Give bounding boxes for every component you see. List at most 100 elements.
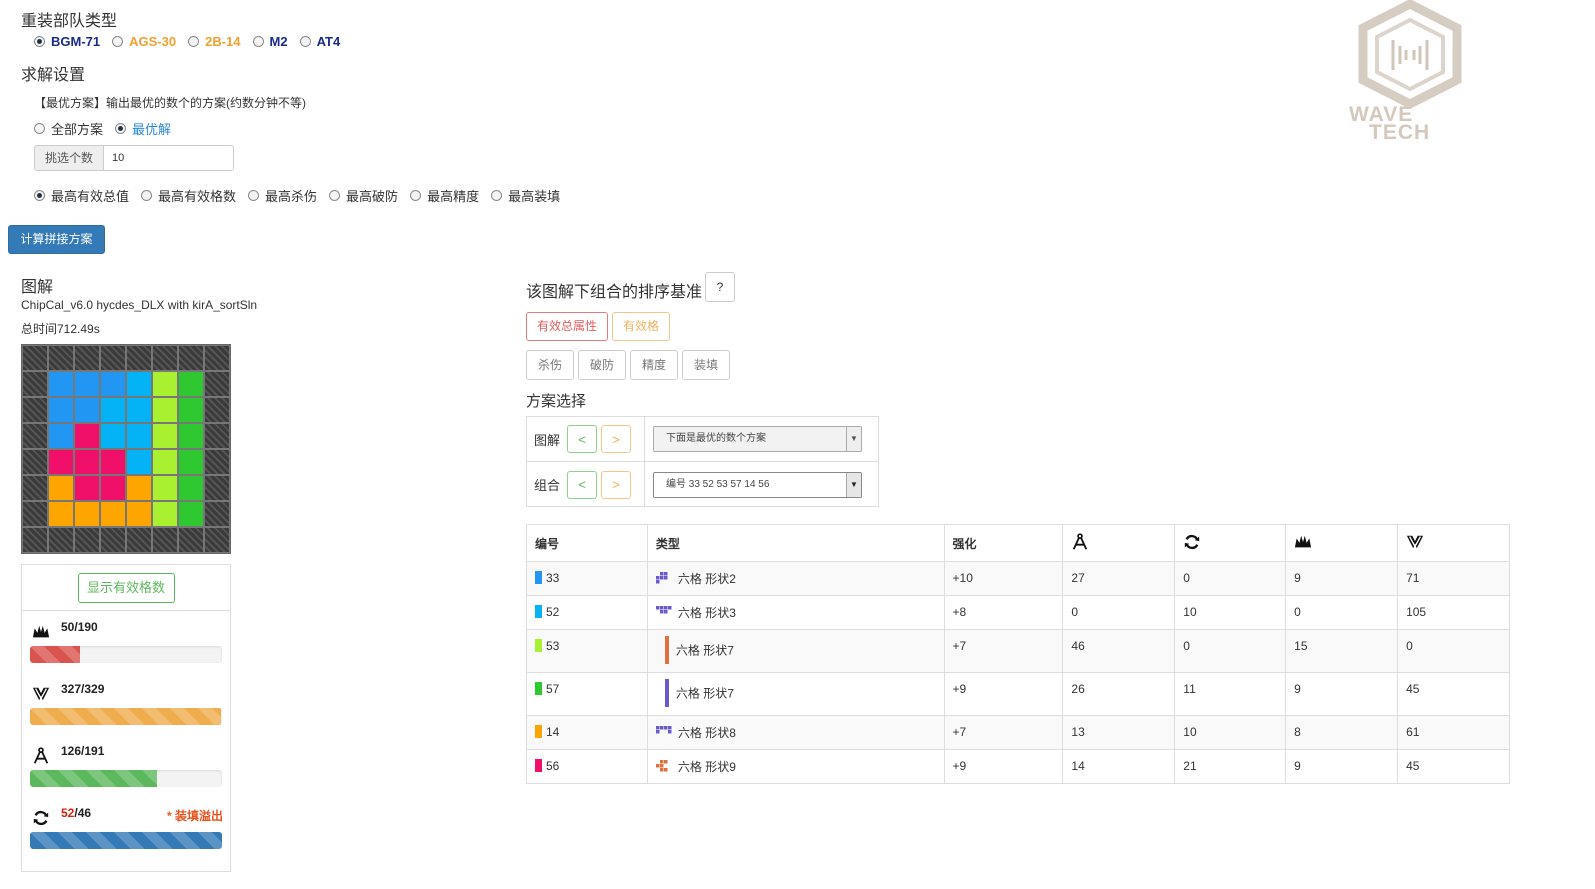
armor-break-icon xyxy=(32,685,50,706)
compass-icon xyxy=(32,747,50,768)
radio-dot-icon[interactable] xyxy=(112,36,124,47)
chip-layout-grid xyxy=(21,344,231,554)
table-row[interactable]: 52 六格 形状3 +8 0 10 0 105 xyxy=(526,595,1510,630)
mode-radio-0[interactable]: 全部方案 xyxy=(34,119,103,138)
grid-cell xyxy=(152,345,178,371)
radio-dot-icon[interactable] xyxy=(115,123,127,134)
grid-cell xyxy=(48,449,74,475)
shape-7-icon xyxy=(664,635,670,667)
table-row[interactable]: 53 六格 形状7 +7 46 0 15 0 xyxy=(526,629,1510,673)
chip-stat-b: 21 xyxy=(1174,749,1287,784)
stat-row: 327/329 xyxy=(22,673,230,735)
radio-dot-icon[interactable] xyxy=(34,36,45,47)
grid-cell xyxy=(126,475,152,501)
table-row[interactable]: 57 六格 形状7 +9 26 11 9 45 xyxy=(526,672,1510,716)
grid-cell xyxy=(126,501,152,527)
chip-type: 六格 形状7 xyxy=(675,643,734,658)
chip-type-cell: 六格 形状3 xyxy=(646,595,945,630)
next-button[interactable]: > xyxy=(601,470,632,499)
table-row[interactable]: 33 六格 形状2 +10 27 0 9 71 xyxy=(526,561,1510,596)
calculate-button[interactable]: 计算拼接方案 xyxy=(8,225,105,254)
radio-label: 最高精度 xyxy=(427,189,480,204)
sort-stat-button-2[interactable]: 精度 xyxy=(630,350,679,380)
stat-value-label: 126/191 xyxy=(61,744,104,758)
chip-id: 14 xyxy=(546,725,560,739)
column-header-2[interactable]: 强化 xyxy=(943,524,1064,562)
radio-dot-icon[interactable] xyxy=(34,190,45,201)
chevron-down-icon[interactable]: ▼ xyxy=(846,427,861,451)
radio-label: M2 xyxy=(269,34,288,49)
stat-max: /46 xyxy=(74,806,92,820)
radio-dot-icon[interactable] xyxy=(141,190,153,201)
sort-stat-button-0[interactable]: 杀伤 xyxy=(526,350,575,380)
total-time-text: 总时间712.49s xyxy=(21,322,100,336)
pick-count-group: 挑选个数 10 xyxy=(34,145,235,171)
chip-type: 六格 形状8 xyxy=(677,725,736,740)
chip-stat-d: 71 xyxy=(1397,561,1510,596)
radio-dot-icon[interactable] xyxy=(410,190,422,201)
chip-stat-c: 9 xyxy=(1285,672,1399,716)
radio-dot-icon[interactable] xyxy=(34,123,45,134)
chip-stat-a: 27 xyxy=(1062,561,1176,596)
radio-dot-icon[interactable] xyxy=(329,190,341,201)
prev-button[interactable]: < xyxy=(567,425,598,453)
grid-cell xyxy=(204,527,230,553)
troop-radio-m2[interactable]: M2 xyxy=(252,34,288,49)
chip-type-cell: 六格 形状8 xyxy=(646,715,945,750)
pick-count-input[interactable]: 10 xyxy=(103,145,235,171)
plan-dropdown[interactable]: 编号 33 52 53 57 14 56 ▼ xyxy=(653,471,862,498)
chip-stat-d: 105 xyxy=(1397,595,1510,630)
chip-table: 编号 类型 强化 33 六格 形状2 +10 27 0 9 71 52 六格 形状3 +8 0 10 0 10… xyxy=(526,524,1510,784)
radio-dot-icon[interactable] xyxy=(299,36,311,47)
troop-radio-bgm-71[interactable]: BGM-71 xyxy=(34,34,100,49)
radio-dot-icon[interactable] xyxy=(252,36,264,47)
column-header-6[interactable] xyxy=(1397,524,1510,562)
sort-button-0[interactable]: 有效总属性 xyxy=(526,312,609,341)
column-header-5[interactable] xyxy=(1285,524,1399,562)
stat-progress-bar xyxy=(30,832,222,849)
criteria-radio-4[interactable]: 最高精度 xyxy=(410,186,479,205)
criteria-radio-2[interactable]: 最高杀伤 xyxy=(248,186,317,205)
table-row[interactable]: 14 六格 形状8 +7 13 10 8 61 xyxy=(526,715,1510,750)
radio-dot-icon[interactable] xyxy=(491,190,503,201)
troop-radio-2b-14[interactable]: 2B-14 xyxy=(188,34,241,49)
stat-progress-fill xyxy=(30,708,221,725)
chip-stat-d: 45 xyxy=(1397,749,1510,784)
chip-id-cell: 57 xyxy=(526,672,648,716)
column-header-0[interactable]: 编号 xyxy=(526,524,648,562)
mode-radio-1[interactable]: 最优解 xyxy=(115,119,171,138)
troop-radio-ags-30[interactable]: AGS-30 xyxy=(112,34,176,49)
grid-cell xyxy=(22,501,48,527)
column-header-1[interactable]: 类型 xyxy=(646,524,945,562)
sort-button-1[interactable]: 有效格 xyxy=(612,312,671,341)
criteria-radio-0[interactable]: 最高有效总值 xyxy=(34,186,129,205)
grid-cell xyxy=(178,397,204,423)
radio-dot-icon[interactable] xyxy=(188,36,200,47)
troop-radio-at4[interactable]: AT4 xyxy=(299,34,340,49)
table-row[interactable]: 56 六格 形状9 +9 14 21 9 45 xyxy=(526,749,1510,784)
column-header-4[interactable] xyxy=(1174,524,1287,562)
chip-stat-enhance: +7 xyxy=(943,629,1064,673)
grid-cell xyxy=(204,501,230,527)
chip-id: 56 xyxy=(546,759,560,773)
help-button[interactable]: ? xyxy=(705,272,735,302)
sort-stat-button-3[interactable]: 装填 xyxy=(682,350,731,380)
criteria-radio-1[interactable]: 最高有效格数 xyxy=(141,186,236,205)
stat-value-label: 52/46 xyxy=(61,806,91,820)
radio-dot-icon[interactable] xyxy=(248,190,260,201)
prev-button[interactable]: < xyxy=(567,470,598,499)
chevron-down-icon[interactable]: ▼ xyxy=(846,472,861,497)
plan-dropdown[interactable]: 下面是最优的数个方案 ▼ xyxy=(653,426,862,452)
stat-max: /191 xyxy=(81,744,105,758)
show-valid-cells-button[interactable]: 显示有效格数 xyxy=(77,572,175,603)
overflow-note: * 装填溢出 xyxy=(166,809,223,823)
sort-secondary-buttons: 杀伤 破防 精度 装填 xyxy=(526,350,731,380)
stat-row: 126/191 xyxy=(22,735,230,797)
criteria-radio-5[interactable]: 最高装填 xyxy=(491,186,560,205)
sort-stat-button-1[interactable]: 破防 xyxy=(578,350,627,380)
chip-id: 33 xyxy=(546,571,560,585)
grid-cell xyxy=(74,423,100,449)
next-button[interactable]: > xyxy=(601,425,632,453)
criteria-radio-3[interactable]: 最高破防 xyxy=(329,186,398,205)
column-header-3[interactable] xyxy=(1062,524,1176,562)
